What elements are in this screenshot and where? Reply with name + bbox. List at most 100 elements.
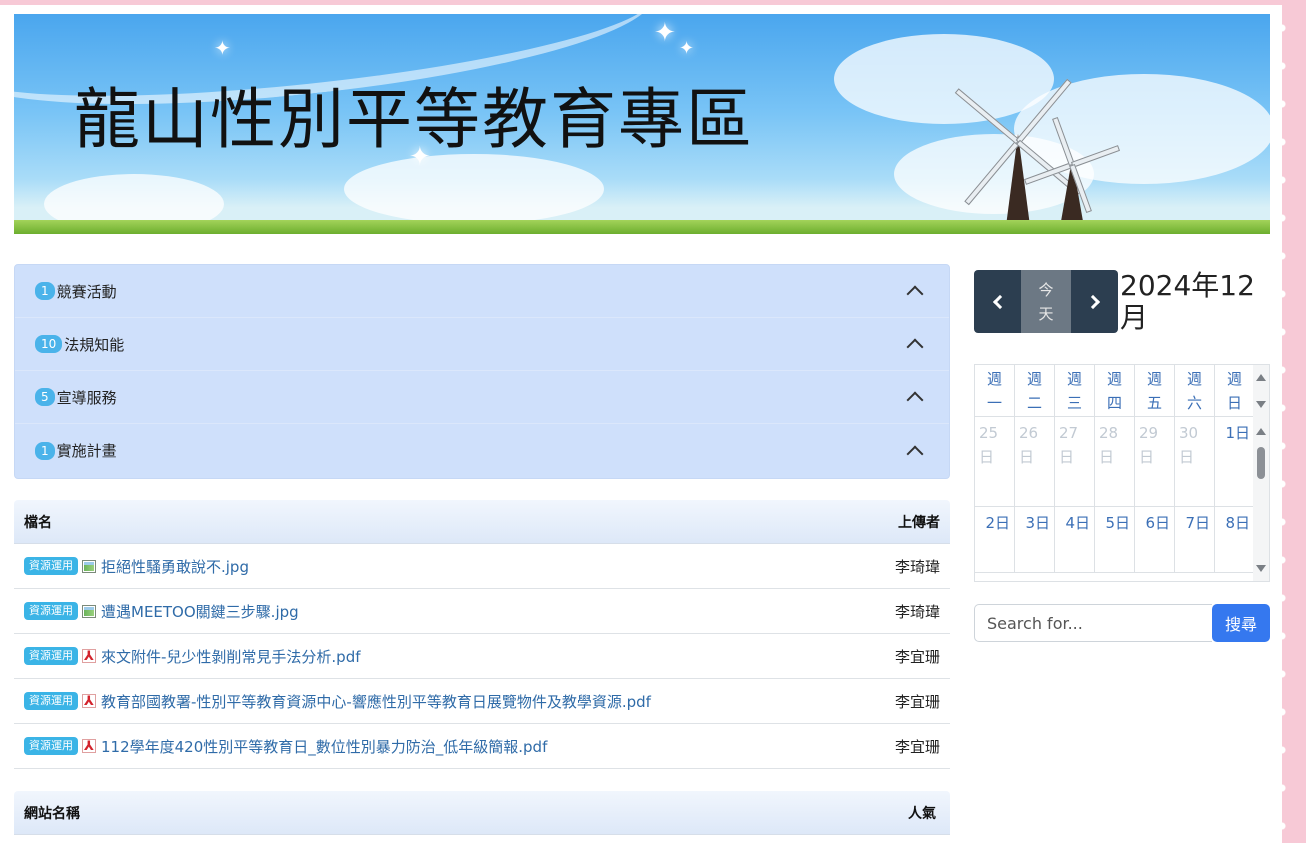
file-table-header: 檔名 上傳者 (14, 500, 950, 544)
calendar-day-cell[interactable]: 8日 (1215, 507, 1255, 573)
calendar-day-cell[interactable]: 30 日 (1175, 417, 1215, 507)
day-unit: 日 (1059, 448, 1075, 466)
calendar-day-cell[interactable]: 6日 (1135, 507, 1175, 573)
chevron-right-icon (1085, 294, 1100, 309)
calendar-toolbar: 今 天 2024年12月 (974, 270, 1270, 334)
pdf-file-icon: ⅄ (82, 649, 96, 664)
accordion-item-competition[interactable]: 1 競賽活動 (15, 265, 949, 318)
chevron-up-icon[interactable] (906, 445, 924, 462)
calendar-day-cell[interactable]: 2日 (975, 507, 1015, 573)
table-row: 資源運用 ⅄ 112學年度420性別平等教育日_數位性別暴力防治_低年級簡報.p… (14, 724, 950, 769)
category-tag[interactable]: 資源運用 (24, 557, 78, 575)
page: ✦ ✦ ✦ ✦ 龍山性別平等教育專區 1 競賽活動 10 法規知能 5 宣導服務… (0, 5, 1282, 843)
accordion-item-regulations[interactable]: 10 法規知能 (15, 318, 949, 371)
scroll-down-icon[interactable] (1256, 565, 1266, 572)
category-tag[interactable]: 資源運用 (24, 647, 78, 665)
file-link[interactable]: 112學年度420性別平等教育日_數位性別暴力防治_低年級簡報.pdf (101, 736, 885, 757)
scroll-up-icon[interactable] (1256, 428, 1266, 435)
search-input[interactable] (974, 604, 1212, 642)
day-number: 28 (1099, 424, 1119, 442)
weekday-label: 週 (1066, 370, 1082, 388)
website-list-table: 網站名稱 人氣 (14, 791, 950, 835)
accordion-label: 競賽活動 (56, 282, 117, 301)
calendar-day-cell[interactable]: 27 日 (1055, 417, 1095, 507)
table-row: 資源運用 遭遇MEETOO關鍵三步驟.jpg 李琦瑋 (14, 589, 950, 634)
count-badge: 1 (35, 282, 55, 300)
category-tag[interactable]: 資源運用 (24, 692, 78, 710)
column-header-popularity: 人氣 (908, 805, 936, 822)
weekday-header: 週日 (1215, 365, 1255, 417)
calendar-prev-button[interactable] (974, 270, 1021, 333)
calendar-day-cell[interactable]: 28 日 (1095, 417, 1135, 507)
table-row: 資源運用 拒絕性騷勇敢說不.jpg 李琦瑋 (14, 544, 950, 589)
uploader-name: 李宜珊 (894, 692, 940, 711)
calendar-today-button[interactable]: 今 天 (1021, 270, 1071, 333)
accordion-label: 實施計畫 (56, 442, 117, 460)
accordion-item-plan[interactable]: 1 實施計畫 (15, 424, 949, 477)
banner-title: 龍山性別平等教育專區 (74, 81, 754, 158)
calendar-next-button[interactable] (1071, 270, 1118, 333)
category-tag[interactable]: 資源運用 (24, 602, 78, 620)
calendar-day-cell[interactable]: 3日 (1015, 507, 1055, 573)
calendar-day-cell[interactable]: 26 日 (1015, 417, 1055, 507)
search-button[interactable]: 搜尋 (1212, 604, 1270, 642)
file-link[interactable]: 教育部國教署-性別平等教育資源中心-響應性別平等教育日展覽物件及教學資源.pdf (101, 691, 885, 712)
chevron-up-icon[interactable] (906, 338, 924, 356)
day-unit: 日 (979, 448, 995, 466)
file-link[interactable]: 來文附件-兒少性剝削常見手法分析.pdf (101, 646, 885, 667)
day-unit: 日 (1139, 448, 1155, 466)
calendar-day-cell[interactable]: 4日 (1055, 507, 1095, 573)
column-header-site-name: 網站名稱 (24, 805, 80, 822)
count-badge: 5 (35, 388, 55, 406)
banner-grass (14, 220, 1270, 234)
day-unit: 日 (1099, 448, 1115, 466)
windmill-icon (1023, 116, 1121, 227)
day-number: 1日 (1225, 424, 1250, 442)
image-file-icon (82, 559, 96, 573)
calendar-month-grid: 週一週二週三週四週五週六週日 25 日 26 日 27 日 28 日 29 日 30 日 1日 2日 3日 4日… (974, 364, 1270, 582)
accordion-label: 宣導服務 (56, 388, 117, 407)
weekday-label: 週 (1186, 370, 1202, 388)
uploader-name: 李宜珊 (894, 647, 940, 666)
calendar-day-cell[interactable]: 25 日 (975, 417, 1015, 507)
header-banner: ✦ ✦ ✦ ✦ 龍山性別平等教育專區 (14, 14, 1270, 234)
chevron-up-icon[interactable] (906, 391, 924, 409)
day-number: 25 (979, 424, 999, 442)
weekday-header: 週三 (1055, 365, 1095, 417)
calendar-day-cell[interactable]: 29 日 (1135, 417, 1175, 507)
scroll-down-icon[interactable] (1256, 401, 1266, 408)
scroll-up-icon[interactable] (1256, 374, 1266, 381)
column-header-filename: 檔名 (24, 514, 52, 531)
calendar-day-cell[interactable]: 1日 (1215, 417, 1255, 507)
calendar-scrollbar[interactable] (1253, 365, 1269, 581)
uploader-name: 李琦瑋 (894, 602, 940, 621)
accordion-item-promotion[interactable]: 5 宣導服務 (15, 371, 949, 424)
uploader-name: 李宜珊 (894, 737, 940, 756)
count-badge: 10 (35, 335, 63, 353)
search-bar: 搜尋 (974, 604, 1270, 642)
chevron-up-icon[interactable] (906, 285, 924, 303)
weekday-label: 週 (1026, 370, 1042, 388)
sidebar: 今 天 2024年12月 週一週二週三週四週五週六週日 25 日 26 日 27 日 28 日 2… (974, 270, 1270, 642)
weekday-label: 週 (1146, 370, 1162, 388)
weekday-header: 週一 (975, 365, 1015, 417)
weekday-label: 週 (986, 370, 1002, 388)
category-tag[interactable]: 資源運用 (24, 737, 78, 755)
calendar-day-cell[interactable]: 5日 (1095, 507, 1135, 573)
banner-cloud (344, 154, 604, 224)
pdf-file-icon: ⅄ (82, 694, 96, 709)
weekday-header: 週四 (1095, 365, 1135, 417)
day-number: 30 (1179, 424, 1199, 442)
uploader-name: 李琦瑋 (894, 557, 940, 576)
scrollbar-thumb[interactable] (1257, 447, 1265, 479)
day-number: 26 (1019, 424, 1039, 442)
file-link[interactable]: 拒絕性騷勇敢說不.jpg (101, 556, 885, 577)
weekday-label: 週 (1106, 370, 1122, 388)
category-accordion: 1 競賽活動 10 法規知能 5 宣導服務 1 實施計畫 (14, 264, 950, 479)
file-link[interactable]: 遭遇MEETOO關鍵三步驟.jpg (101, 601, 885, 622)
calendar-title: 2024年12月 (1120, 269, 1255, 334)
file-list-table: 檔名 上傳者 資源運用 拒絕性騷勇敢說不.jpg 李琦瑋 資源運用 遭遇MEET… (14, 500, 950, 769)
chevron-left-icon (992, 294, 1007, 309)
weekday-label: 日 (1226, 394, 1242, 412)
calendar-day-cell[interactable]: 7日 (1175, 507, 1215, 573)
